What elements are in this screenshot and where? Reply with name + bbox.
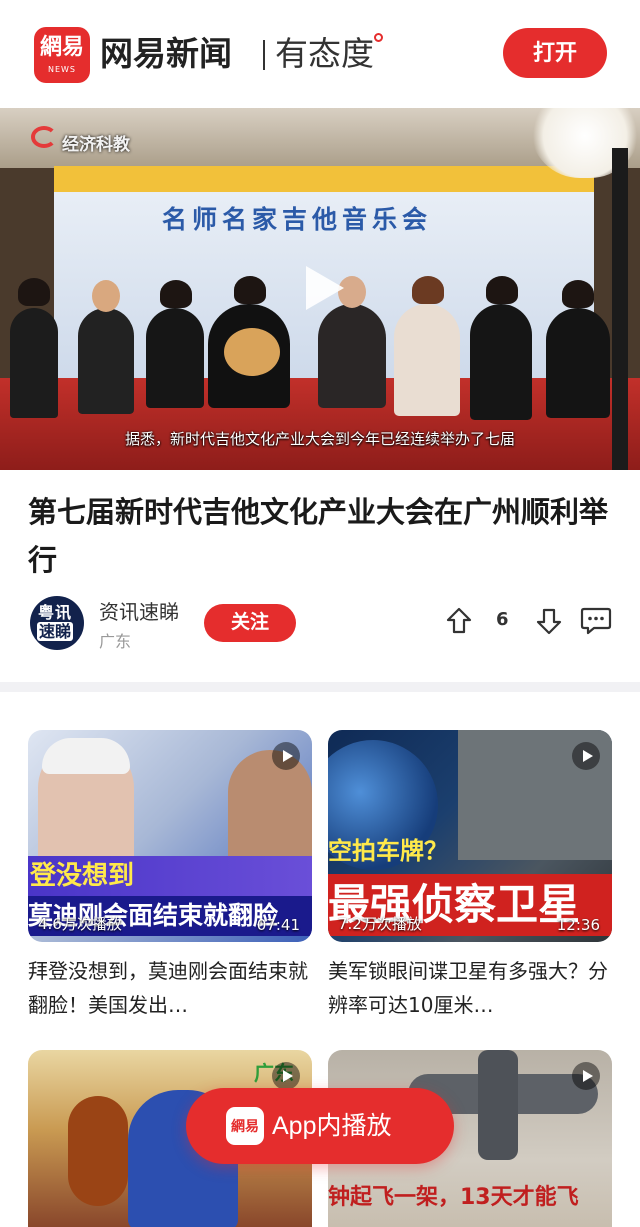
registered-mark	[374, 33, 383, 42]
video-card-thumbnail[interactable]: 空拍车牌？ 最强侦察卫星 7.2万次播放 12:36	[328, 730, 612, 942]
author-region: 广东	[99, 632, 132, 651]
performer-hair	[160, 280, 192, 308]
banner-title: 名师名家吉他音乐会	[162, 205, 433, 234]
video-card-title[interactable]: 拜登没想到，莫迪刚会面结束就翻脸！美国发出…	[28, 954, 318, 1022]
follow-button[interactable]: 关注	[204, 604, 296, 642]
performer-hair	[234, 276, 266, 304]
avatar-text-bottom: 速睇	[37, 622, 74, 641]
open-in-app-label: App内播放	[272, 1112, 392, 1140]
channel-logo: 经济科教	[62, 130, 130, 155]
video-card-thumbnail[interactable]: 登没想到 莫迪刚会面结束就翻脸 4.6万次播放 07:41	[28, 730, 312, 942]
section-divider	[0, 682, 640, 692]
performer	[470, 304, 532, 420]
performer	[224, 328, 280, 376]
open-in-app-button[interactable]: 網易 App内播放	[186, 1088, 454, 1164]
performer-hair	[18, 278, 50, 306]
netease-mini-logo: 網易	[226, 1107, 264, 1145]
performer-head	[92, 280, 120, 312]
vote-count: 6	[496, 609, 509, 630]
video-card-title[interactable]: 美军锁眼间谍卫星有多强大？分辨率可达10厘米…	[328, 954, 618, 1022]
view-count: 7.2万次播放	[338, 915, 422, 933]
thumbnail-caption-top: 登没想到	[28, 856, 312, 896]
video-duration: 12:36	[556, 916, 600, 934]
netease-logo[interactable]: 網易 NEWS	[34, 27, 90, 83]
light-stand	[612, 148, 628, 470]
performer	[546, 308, 610, 418]
brand-name: 网易新闻	[100, 34, 232, 73]
performer	[78, 308, 134, 414]
play-icon	[572, 1062, 600, 1090]
article-title: 第七届新时代吉他文化产业大会在广州顺利举行	[28, 495, 609, 577]
play-icon	[272, 742, 300, 770]
play-icon[interactable]	[294, 260, 350, 316]
video-duration: 07:41	[256, 916, 300, 934]
comment-icon[interactable]	[580, 606, 612, 636]
performer	[10, 308, 58, 418]
channel-logo-icon	[31, 126, 57, 148]
author-name[interactable]: 资讯速睇	[99, 596, 179, 625]
performer	[146, 308, 204, 408]
video-player[interactable]: 名师名家吉他音乐会 经济科教 据悉，新时代吉他文化产业大会到今年已经连续举办了七…	[0, 108, 640, 470]
video-subtitle: 据悉，新时代吉他文化产业大会到今年已经连续举办了七届	[124, 430, 515, 448]
logo-subtext: NEWS	[47, 65, 77, 74]
top-header: 網易 NEWS 网易新闻 有态度 打开	[0, 0, 640, 108]
performer	[394, 304, 460, 416]
arrow-down-icon[interactable]	[534, 606, 564, 636]
brand-divider	[263, 40, 265, 70]
performer-hair	[562, 280, 594, 308]
play-icon	[272, 1062, 300, 1090]
play-icon	[572, 742, 600, 770]
roast-duck	[68, 1096, 128, 1206]
logo-text: 網易	[39, 35, 84, 60]
performer-hair	[486, 276, 518, 304]
performer	[318, 304, 386, 408]
view-count: 4.6万次播放	[38, 915, 122, 933]
open-app-button[interactable]: 打开	[503, 28, 607, 78]
person-left-hair	[42, 738, 130, 774]
channel-logo-text: 经济科教	[62, 135, 130, 155]
avatar-text-top: 粤讯	[38, 603, 73, 622]
author-avatar[interactable]: 粤讯 速睇	[30, 596, 84, 650]
thumbnail-caption-top: 钟起飞一架，13天才能飞	[328, 1185, 579, 1210]
performer-hair	[412, 276, 444, 304]
fighter-jet-wing	[478, 1050, 518, 1160]
thumbnail-caption-top: 空拍车牌？	[328, 837, 448, 865]
brand-slogan: 有态度	[275, 34, 374, 73]
arrow-up-icon[interactable]	[444, 606, 474, 636]
